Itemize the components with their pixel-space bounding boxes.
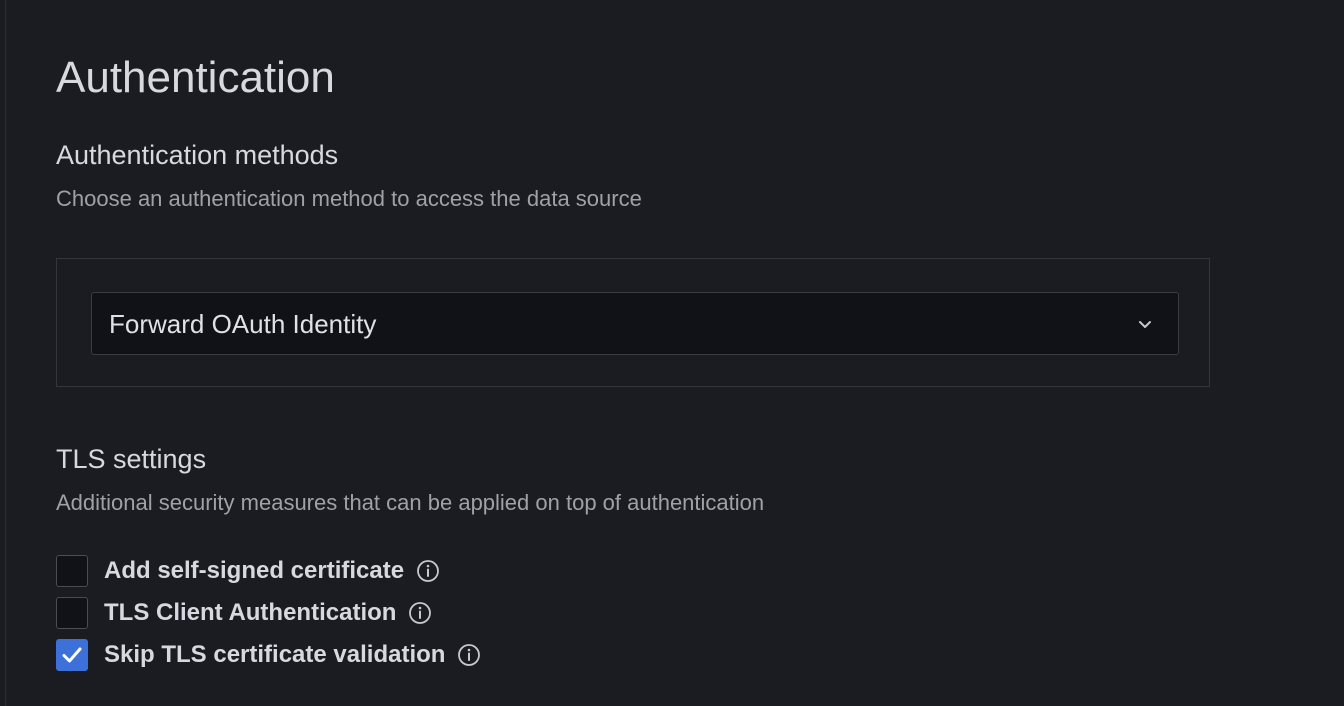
checkmark-icon — [62, 647, 82, 663]
tls-option-skip-validation: Skip TLS certificate validation — [56, 639, 481, 671]
page-title: Authentication — [56, 53, 335, 102]
self-signed-certificate-checkbox[interactable] — [56, 555, 88, 587]
tls-client-authentication-label[interactable]: TLS Client Authentication — [104, 597, 396, 629]
self-signed-certificate-label[interactable]: Add self-signed certificate — [104, 555, 404, 587]
auth-method-select[interactable]: Forward OAuth Identity — [91, 292, 1179, 355]
info-icon[interactable] — [408, 601, 432, 625]
auth-method-select-value: Forward OAuth Identity — [109, 309, 377, 339]
tls-option-client-auth: TLS Client Authentication — [56, 597, 432, 629]
tls-option-self-signed: Add self-signed certificate — [56, 555, 440, 587]
auth-methods-title: Authentication methods — [56, 140, 339, 170]
auth-methods-description: Choose an authentication method to acces… — [56, 186, 642, 211]
skip-tls-validation-label[interactable]: Skip TLS certificate validation — [104, 639, 445, 671]
skip-tls-validation-checkbox[interactable] — [56, 639, 88, 671]
tls-settings-title: TLS settings — [56, 444, 207, 474]
tls-settings-description: Additional security measures that can be… — [56, 490, 765, 515]
info-icon[interactable] — [416, 559, 440, 583]
info-icon[interactable] — [457, 643, 481, 667]
chevron-down-icon — [1136, 315, 1154, 333]
auth-method-box: Forward OAuth Identity — [56, 258, 1210, 387]
left-divider — [5, 0, 6, 706]
tls-client-authentication-checkbox[interactable] — [56, 597, 88, 629]
